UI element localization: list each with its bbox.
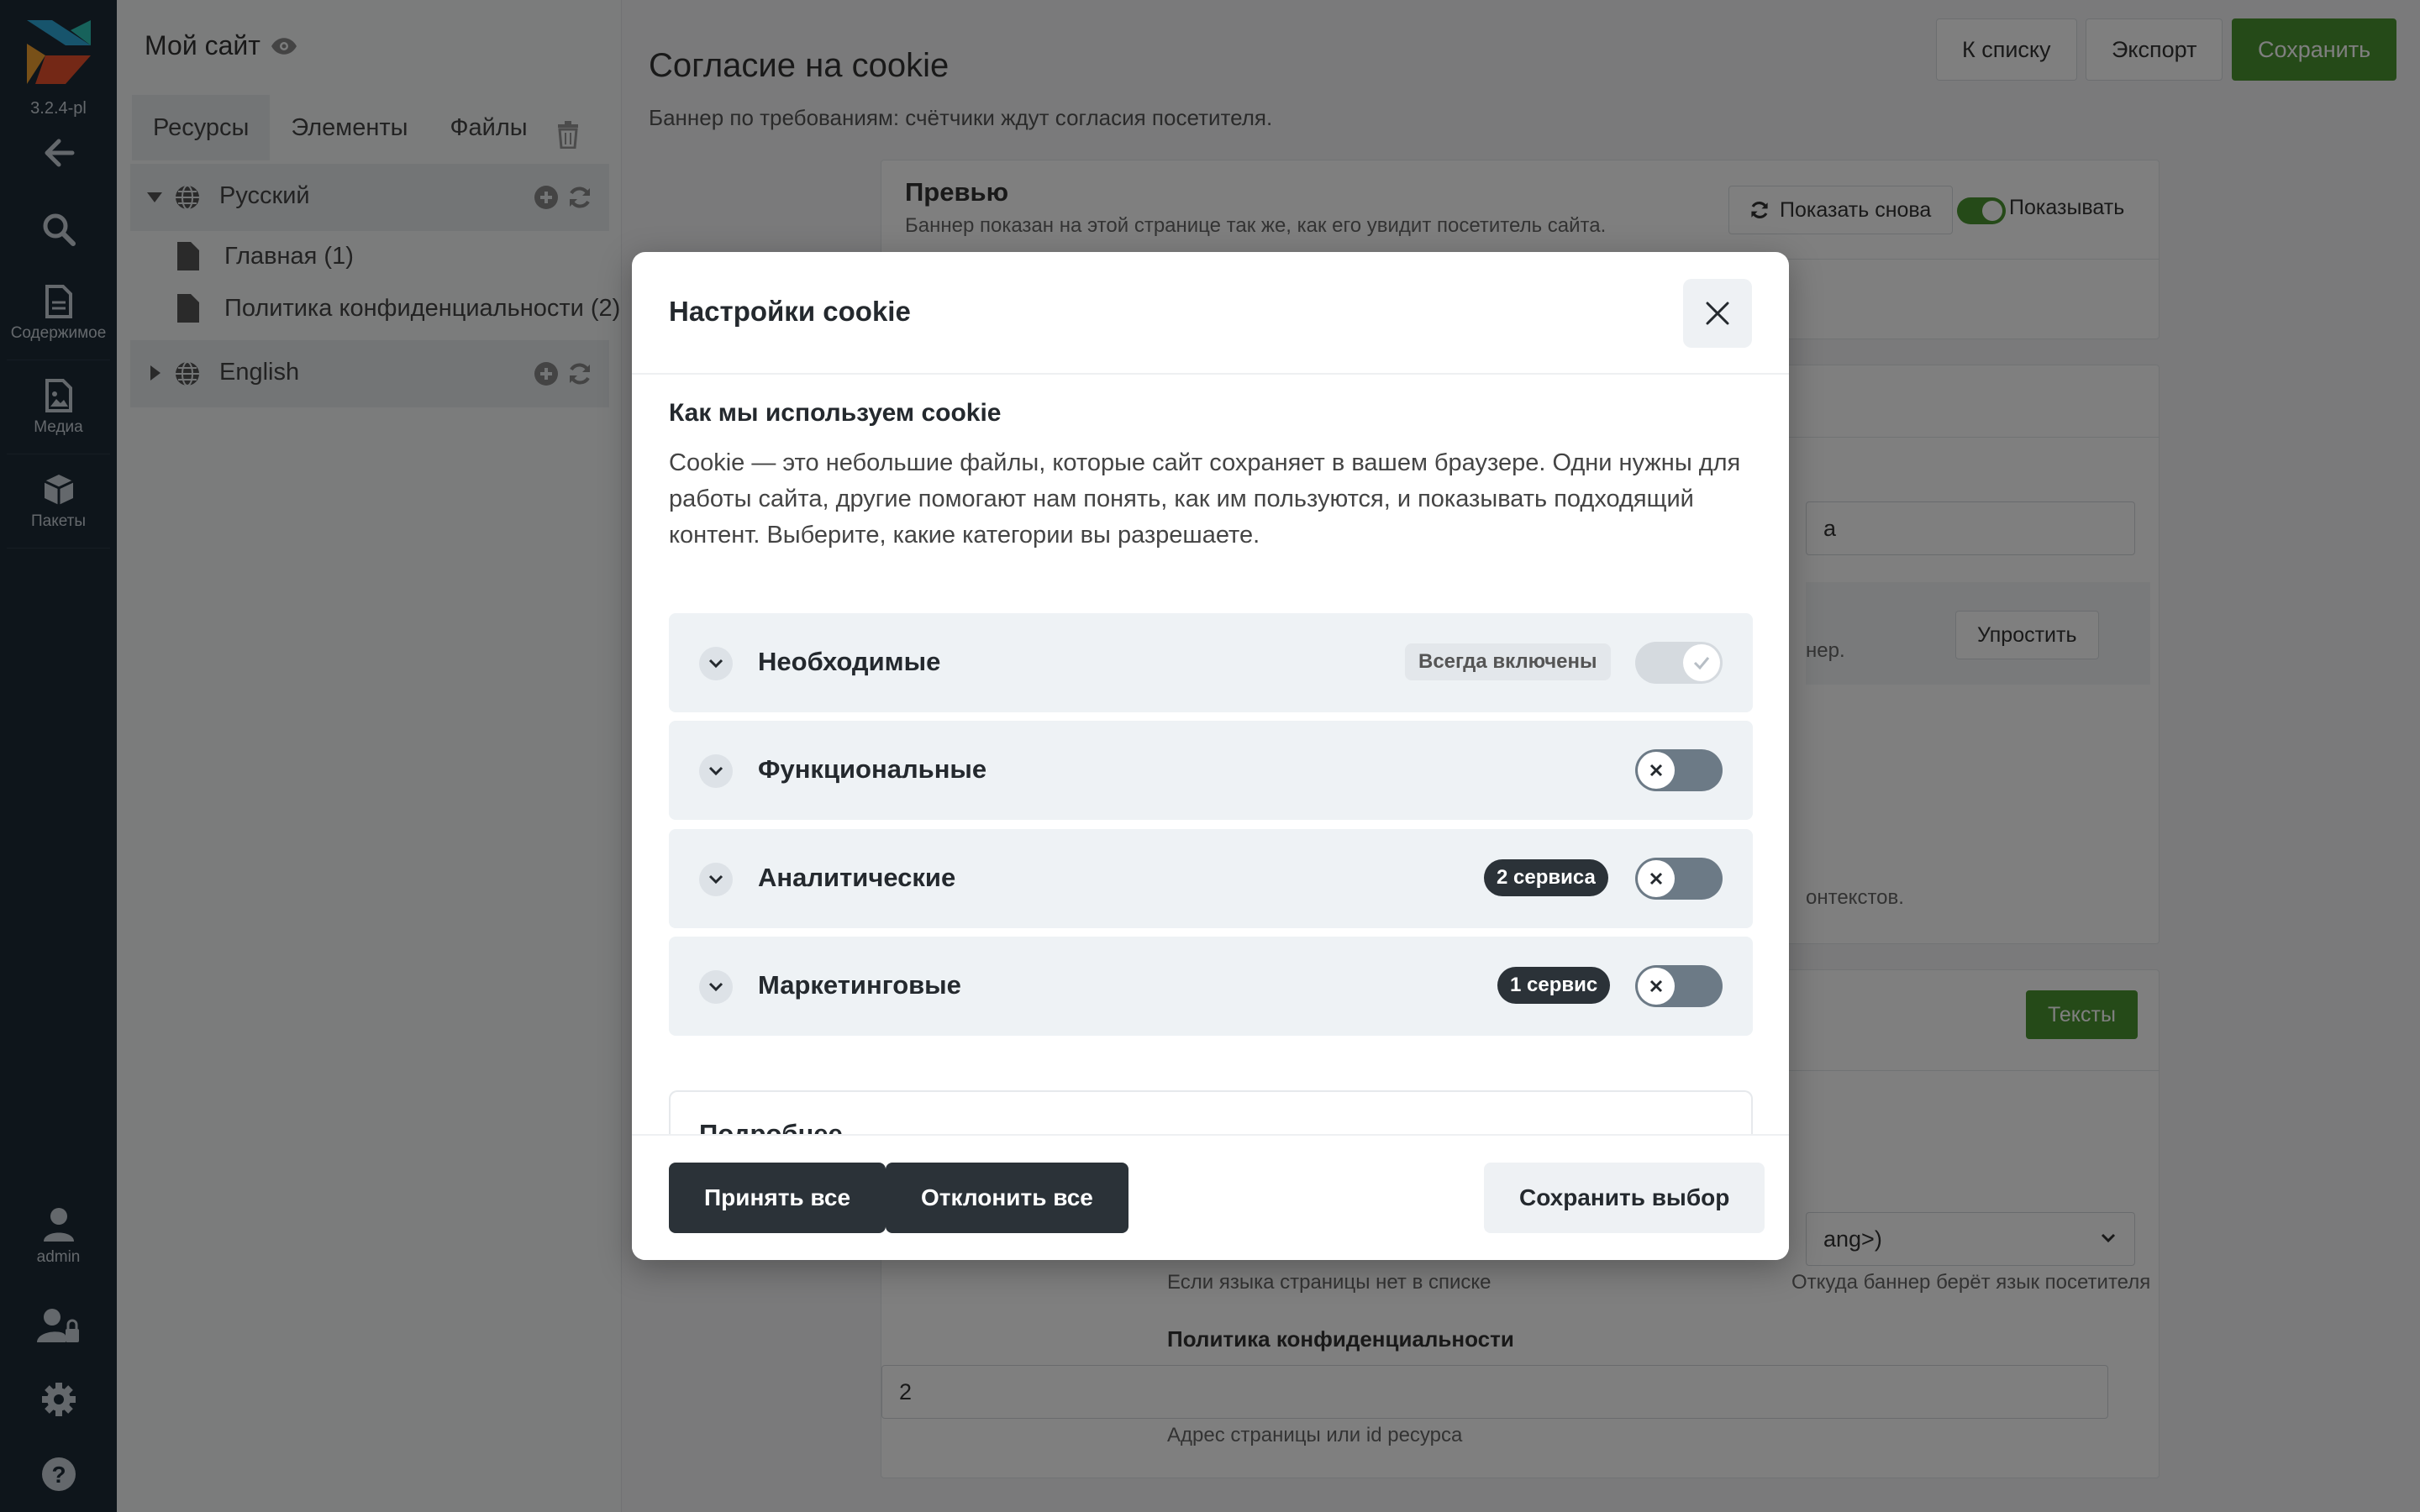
toggle-knob	[1638, 752, 1675, 789]
category-necessary[interactable]: Необходимые Всегда включены	[669, 613, 1753, 712]
cookie-usage-heading: Как мы используем cookie	[669, 399, 1002, 427]
modal-body: Как мы используем cookie Cookie — это не…	[632, 252, 1789, 1260]
check-icon	[1693, 657, 1710, 669]
always-on-badge: Всегда включены	[1405, 643, 1611, 680]
analytics-toggle[interactable]	[1635, 858, 1723, 900]
functional-toggle[interactable]	[1635, 749, 1723, 791]
cookie-usage-description: Cookie — это небольшие файлы, которые са…	[669, 449, 1741, 549]
category-marketing[interactable]: Маркетинговые 1 сервис	[669, 937, 1753, 1036]
category-name: Необходимые	[758, 647, 941, 676]
category-analytics[interactable]: Аналитические 2 сервиса	[669, 829, 1753, 928]
chevron-down-icon	[708, 659, 723, 669]
x-icon	[1649, 872, 1663, 885]
category-name: Аналитические	[758, 863, 956, 892]
necessary-toggle	[1635, 642, 1723, 684]
x-icon	[1649, 764, 1663, 777]
chevron-down-icon	[708, 982, 723, 992]
chevron-down-icon	[708, 874, 723, 885]
x-icon	[1649, 979, 1663, 993]
services-count-badge: 2 сервиса	[1484, 859, 1608, 896]
cookie-settings-modal: Настройки cookie Как мы используем cooki…	[632, 252, 1789, 1260]
toggle-knob	[1638, 968, 1675, 1005]
category-name: Маркетинговые	[758, 970, 961, 1000]
category-name: Функциональные	[758, 754, 987, 784]
modal-footer: Принять все Отклонить все Сохранить выбо…	[632, 1134, 1789, 1260]
services-count-badge: 1 сервис	[1497, 967, 1611, 1004]
category-functional[interactable]: Функциональные	[669, 721, 1753, 820]
expand-button[interactable]	[699, 863, 733, 896]
accept-all-button[interactable]: Принять все	[669, 1163, 886, 1233]
expand-button[interactable]	[699, 754, 733, 788]
chevron-down-icon	[708, 766, 723, 776]
reject-all-button[interactable]: Отклонить все	[886, 1163, 1128, 1233]
expand-button[interactable]	[699, 647, 733, 680]
marketing-toggle[interactable]	[1635, 965, 1723, 1007]
save-choice-button[interactable]: Сохранить выбор	[1484, 1163, 1765, 1233]
toggle-knob	[1638, 860, 1675, 897]
expand-button[interactable]	[699, 970, 733, 1004]
toggle-knob	[1683, 644, 1720, 681]
